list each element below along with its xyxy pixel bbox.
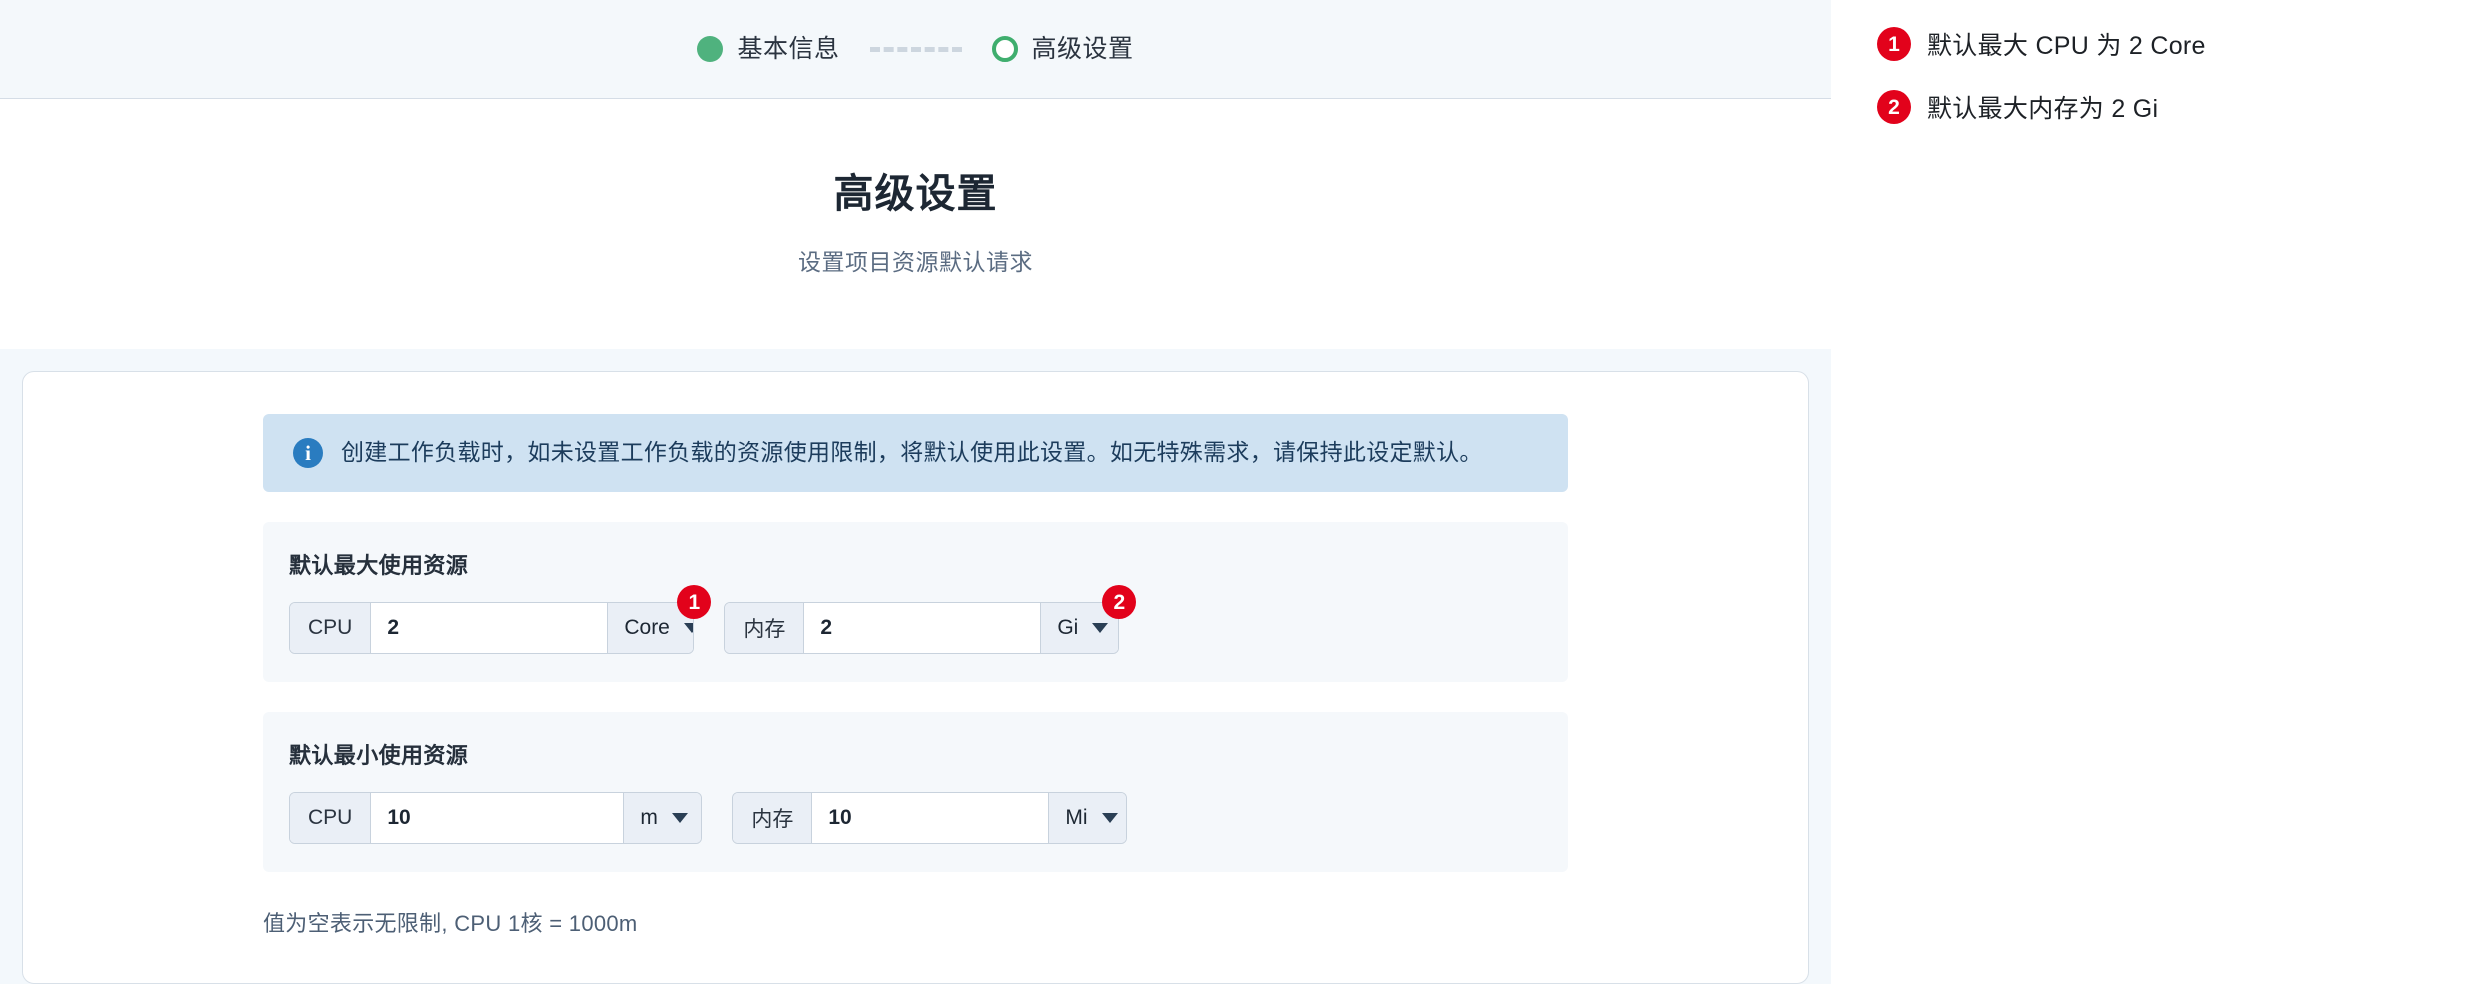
input-prefix-min-memory: 内存 bbox=[733, 793, 813, 843]
form-footer-hint: 值为空表示无限制, CPU 1核 = 1000m bbox=[263, 911, 638, 936]
field-max-memory: 内存 Gi 2 bbox=[724, 585, 1137, 654]
chevron-down-icon bbox=[1092, 623, 1109, 633]
annotation-panel: 1 默认最大 CPU 为 2 Core 2 默认最大内存为 2 Gi bbox=[1831, 0, 2472, 984]
ring-circle-icon bbox=[991, 36, 1018, 62]
annotation-item-1: 1 默认最大 CPU 为 2 Core bbox=[1877, 26, 2472, 62]
wizard-stepper: 基本信息 高级设置 bbox=[697, 36, 1133, 62]
chevron-down-icon bbox=[671, 813, 688, 823]
annotation-text-1: 默认最大 CPU 为 2 Core bbox=[1927, 32, 2206, 60]
step-advanced-settings[interactable]: 高级设置 bbox=[991, 34, 1134, 63]
step-label-basic-info: 基本信息 bbox=[737, 34, 840, 63]
step-label-advanced-settings: 高级设置 bbox=[1031, 34, 1134, 63]
section-title-max: 默认最大使用资源 bbox=[289, 553, 469, 578]
chevron-down-icon bbox=[1101, 813, 1118, 823]
marker-badge-1: 1 bbox=[677, 585, 712, 619]
page-subtitle: 设置项目资源默认请求 bbox=[798, 249, 1033, 275]
section-fields-min: CPU m 内存 bbox=[289, 792, 1542, 844]
step-basic-info[interactable]: 基本信息 bbox=[697, 36, 839, 62]
settings-form: i 创建工作负载时，如未设置工作负载的资源使用限制，将默认使用此设置。如无特殊需… bbox=[263, 414, 1568, 938]
input-prefix-max-memory: 内存 bbox=[725, 603, 805, 653]
input-group-min-memory: 内存 Mi bbox=[732, 792, 1128, 844]
input-group-min-cpu: CPU m bbox=[289, 792, 703, 844]
unit-label-min-memory: Mi bbox=[1065, 806, 1088, 829]
input-group-max-cpu: CPU Core bbox=[289, 602, 695, 654]
field-min-memory: 内存 Mi bbox=[732, 792, 1128, 844]
input-group-max-memory: 内存 Gi bbox=[724, 602, 1120, 654]
marker-badge-2: 2 bbox=[1102, 585, 1137, 619]
info-banner: i 创建工作负载时，如未设置工作负载的资源使用限制，将默认使用此设置。如无特殊需… bbox=[263, 414, 1568, 492]
input-min-memory[interactable] bbox=[812, 793, 1049, 843]
input-prefix-min-cpu: CPU bbox=[290, 793, 372, 843]
annotation-text-2: 默认最大内存为 2 Gi bbox=[1927, 95, 2159, 123]
screen-root: 基本信息 高级设置 高级设置 设置项目资源默认请求 i 创建工作负载时，如未设置… bbox=[0, 0, 2472, 984]
input-min-cpu[interactable] bbox=[371, 793, 624, 843]
page-header: 高级设置 设置项目资源默认请求 bbox=[0, 99, 1831, 277]
section-title-min: 默认最小使用资源 bbox=[289, 743, 469, 768]
info-circle-icon: i bbox=[293, 438, 323, 468]
wizard-stepper-bar: 基本信息 高级设置 bbox=[0, 0, 1831, 99]
stepper-connector bbox=[869, 46, 962, 52]
field-min-cpu: CPU m bbox=[289, 792, 703, 844]
input-prefix-max-cpu: CPU bbox=[290, 603, 372, 653]
section-default-max-resources: 默认最大使用资源 CPU Core bbox=[263, 522, 1568, 682]
annotation-badge-2: 2 bbox=[1877, 90, 1911, 124]
unit-label-max-cpu: Core bbox=[624, 616, 670, 639]
input-max-cpu[interactable] bbox=[371, 603, 608, 653]
unit-label-min-cpu: m bbox=[640, 806, 658, 829]
annotation-item-2: 2 默认最大内存为 2 Gi bbox=[1877, 89, 2472, 125]
page-title: 高级设置 bbox=[833, 172, 998, 216]
unit-select-min-memory[interactable]: Mi bbox=[1048, 793, 1127, 843]
chevron-down-icon bbox=[683, 623, 694, 633]
unit-label-max-memory: Gi bbox=[1057, 616, 1079, 639]
input-max-memory[interactable] bbox=[804, 603, 1041, 653]
annotation-badge-1: 1 bbox=[1877, 27, 1911, 61]
content-background: i 创建工作负载时，如未设置工作负载的资源使用限制，将默认使用此设置。如无特殊需… bbox=[0, 349, 1831, 984]
settings-card: i 创建工作负载时，如未设置工作负载的资源使用限制，将默认使用此设置。如无特殊需… bbox=[22, 371, 1809, 984]
section-default-min-resources: 默认最小使用资源 CPU m bbox=[263, 712, 1568, 872]
info-banner-text: 创建工作负载时，如未设置工作负载的资源使用限制，将默认使用此设置。如无特殊需求，… bbox=[341, 439, 1483, 466]
filled-circle-icon bbox=[697, 36, 724, 62]
app-region: 基本信息 高级设置 高级设置 设置项目资源默认请求 i 创建工作负载时，如未设置… bbox=[0, 0, 1831, 984]
field-max-cpu: CPU Core 1 bbox=[289, 585, 712, 654]
section-fields-max: CPU Core 1 bbox=[289, 585, 1542, 654]
unit-select-min-cpu[interactable]: m bbox=[623, 793, 702, 843]
